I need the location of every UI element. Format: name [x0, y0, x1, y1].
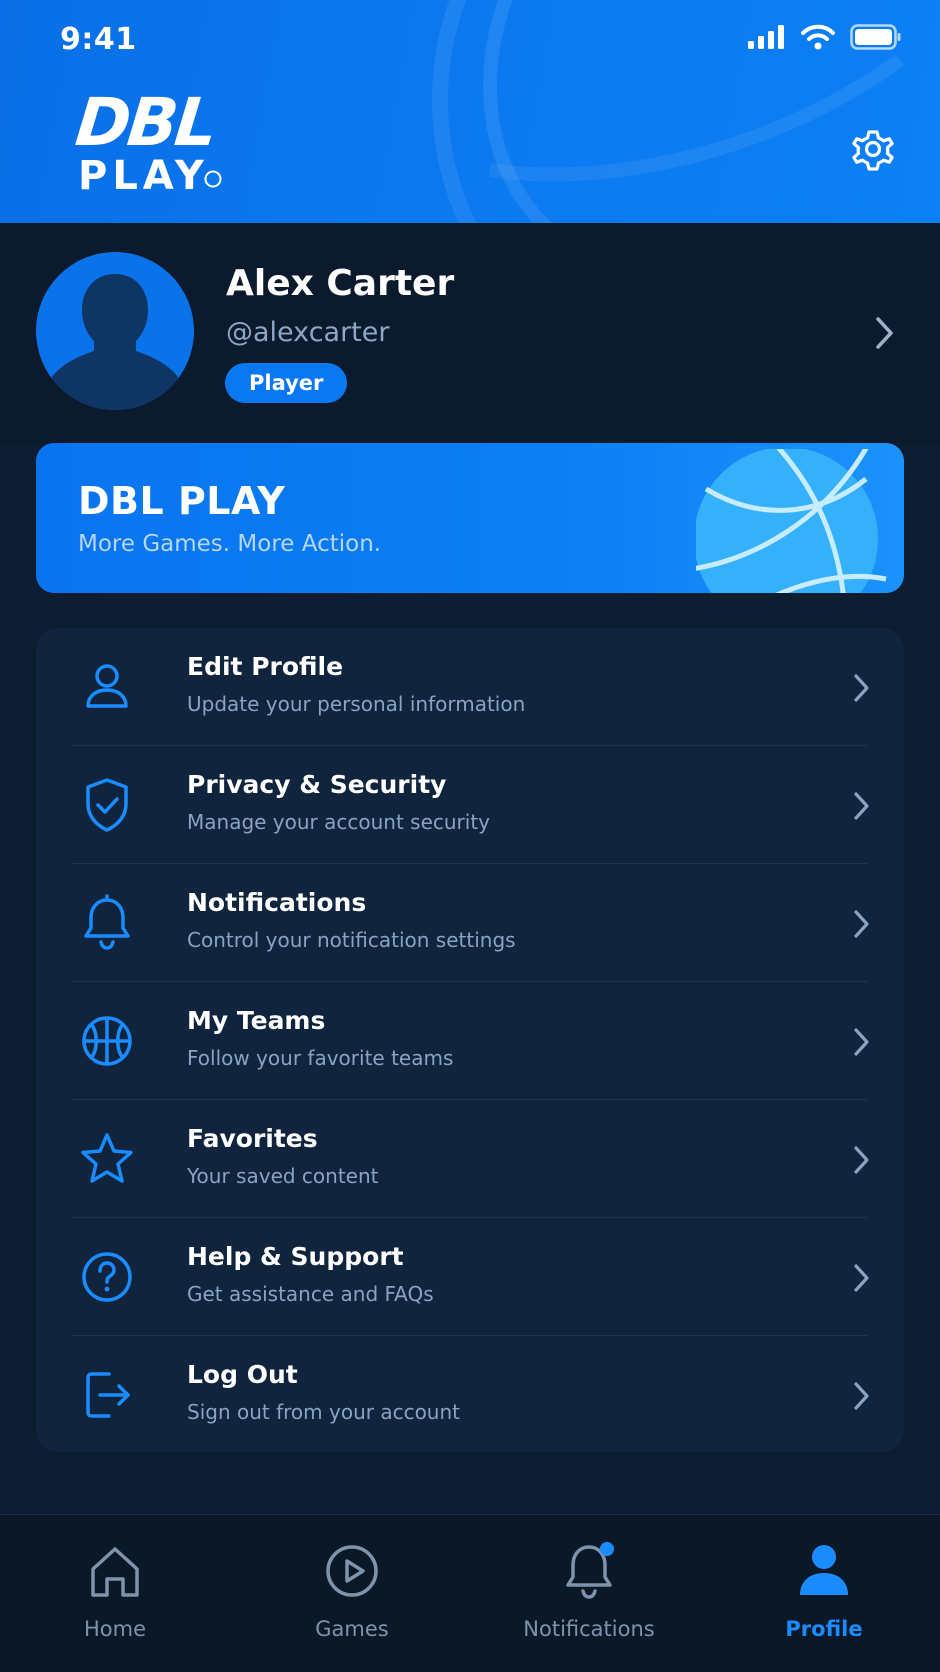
chevron-right-icon[interactable]	[874, 315, 896, 351]
avatar-silhouette-icon	[52, 274, 178, 410]
menu-item-help-support[interactable]: Help & Support Get assistance and FAQs	[36, 1218, 904, 1336]
bottom-navigation: Home Games Notifications Profile	[0, 1514, 940, 1672]
menu-item-privacy-security[interactable]: Privacy & Security Manage your account s…	[36, 746, 904, 864]
basketball-icon	[82, 1016, 132, 1066]
menu-item-title: Favorites	[187, 1124, 318, 1153]
menu-item-subtitle: Get assistance and FAQs	[187, 1282, 434, 1306]
wifi-icon	[801, 24, 835, 50]
chevron-right-icon	[854, 1382, 869, 1410]
nav-label: Home	[83, 1617, 146, 1641]
banner-title: DBL PLAY	[78, 479, 286, 523]
user-icon	[800, 1545, 848, 1595]
menu-item-subtitle: Update your personal information	[187, 692, 526, 716]
menu-item-log-out[interactable]: Log Out Sign out from your account	[36, 1336, 904, 1454]
menu-item-title: Help & Support	[187, 1242, 404, 1271]
chevron-right-icon	[854, 1264, 869, 1292]
status-bar: 9:41	[0, 0, 940, 80]
banner-subtitle: More Games. More Action.	[78, 531, 382, 557]
status-time: 9:41	[60, 22, 137, 57]
profile-summary[interactable]: Alex Carter @alexcarter Player	[0, 223, 940, 443]
menu-item-subtitle: Your saved content	[187, 1164, 379, 1188]
app-header: 9:41 DBL PLAY	[0, 0, 940, 223]
settings-gear-icon[interactable]	[846, 122, 900, 176]
shield-icon	[86, 778, 128, 832]
basketball-icon	[696, 449, 887, 593]
menu-item-title: Notifications	[187, 888, 367, 917]
nav-label: Notifications	[523, 1617, 655, 1641]
menu-item-title: Privacy & Security	[187, 770, 447, 799]
chevron-right-icon	[854, 674, 869, 702]
chevron-right-icon	[854, 792, 869, 820]
menu-item-notifications[interactable]: Notifications Control your notification …	[36, 864, 904, 982]
nav-item-profile[interactable]: Profile	[724, 1539, 924, 1649]
menu-item-subtitle: Manage your account security	[187, 810, 491, 834]
menu-item-title: My Teams	[187, 1006, 326, 1035]
cellular-signal-icon	[748, 25, 784, 49]
logout-icon	[86, 1372, 130, 1418]
menu-item-edit-profile[interactable]: Edit Profile Update your personal inform…	[36, 628, 904, 746]
home-icon	[91, 1547, 139, 1597]
avatar	[36, 252, 194, 410]
bell-icon	[84, 894, 130, 950]
status-icons	[748, 24, 902, 50]
star-icon	[81, 1133, 133, 1183]
user-icon	[86, 664, 128, 708]
profile-name: Alex Carter	[226, 263, 455, 304]
role-badge: Player	[225, 363, 348, 403]
profile-screen: 9:41 DBL PLAY Alex Carter @alexcarter Pl…	[0, 0, 940, 1672]
menu-item-subtitle: Control your notification settings	[187, 928, 516, 952]
nav-item-games[interactable]: Games	[252, 1539, 452, 1649]
menu-item-my-teams[interactable]: My Teams Follow your favorite teams	[36, 982, 904, 1100]
chevron-right-icon	[854, 910, 869, 938]
logo-basketball-icon	[204, 170, 222, 188]
app-logo: DBL PLAY	[72, 84, 246, 200]
nav-item-notifications[interactable]: Notifications	[489, 1539, 689, 1649]
battery-icon	[850, 24, 901, 50]
menu-item-subtitle: Follow your favorite teams	[187, 1046, 454, 1070]
logo-text-top: DBL	[72, 84, 219, 161]
settings-menu: Edit Profile Update your personal inform…	[36, 628, 904, 1452]
play-circle-icon	[326, 1545, 378, 1597]
question-circle-icon	[82, 1252, 132, 1302]
profile-handle: @alexcarter	[226, 317, 390, 348]
chevron-right-icon	[854, 1028, 869, 1056]
promo-banner[interactable]: DBL PLAY More Games. More Action.	[36, 443, 904, 593]
menu-item-title: Edit Profile	[187, 652, 344, 681]
menu-item-title: Log Out	[187, 1360, 298, 1389]
menu-item-subtitle: Sign out from your account	[187, 1400, 460, 1424]
nav-label: Games	[315, 1617, 389, 1641]
menu-item-favorites[interactable]: Favorites Your saved content	[36, 1100, 904, 1218]
chevron-right-icon	[854, 1146, 869, 1174]
nav-label: Profile	[785, 1617, 863, 1641]
logo-text-bottom: PLAY	[78, 153, 209, 199]
bell-icon	[566, 1542, 614, 1599]
nav-item-home[interactable]: Home	[15, 1539, 215, 1649]
